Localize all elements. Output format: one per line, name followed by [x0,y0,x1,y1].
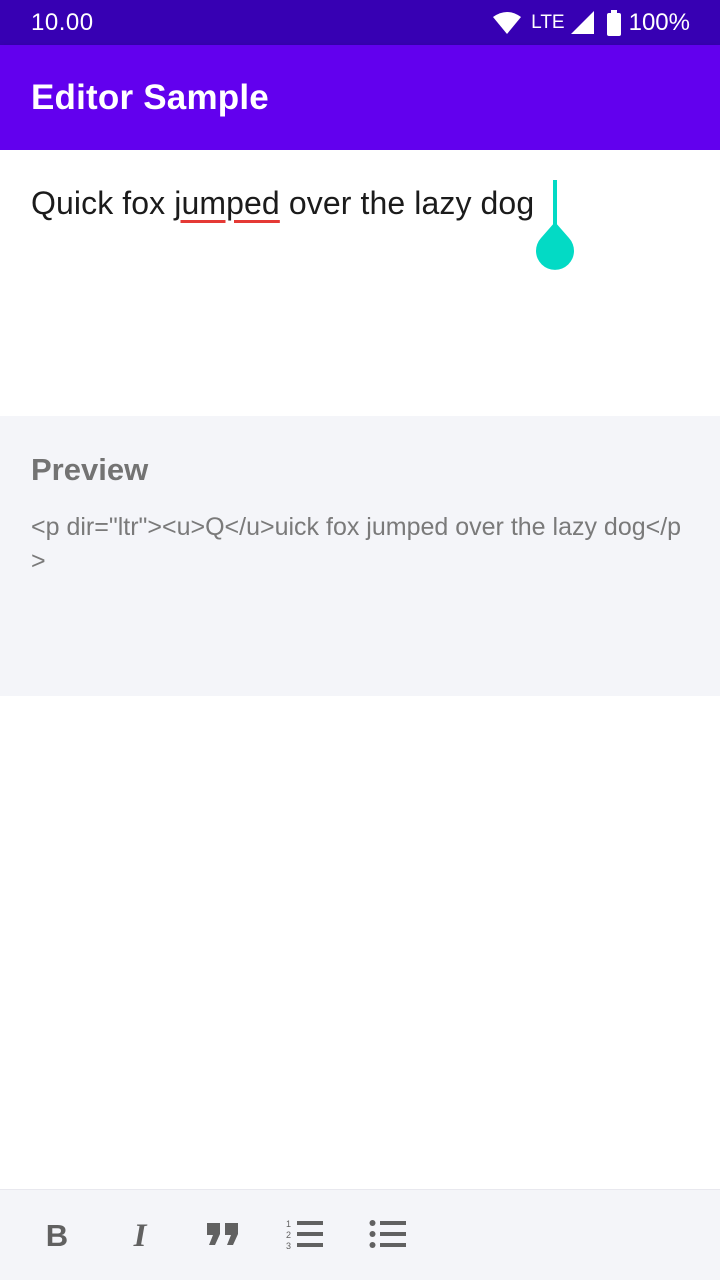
bullet-list-icon [369,1218,407,1255]
cellular-signal-icon [570,10,595,35]
formatting-toolbar: B I 1 2 3 [0,1189,720,1280]
preview-html-output: <p dir="ltr"><u>Q</u>uick fox jumped ove… [31,513,682,575]
ordered-list-icon: 1 2 3 [285,1218,325,1255]
italic-icon: I [133,1217,147,1254]
battery-icon [606,9,621,36]
bold-button[interactable]: B [29,1210,85,1262]
ordered-list-button[interactable]: 1 2 3 [277,1210,333,1262]
preview-panel: Preview <p dir="ltr"><u>Q</u>uick fox ju… [0,416,720,696]
editor-text-after: over the lazy dog [279,185,535,221]
rich-text-editor[interactable]: Quick fox jumped over the lazy dog [0,150,720,416]
app-bar: Editor Sample [0,45,720,150]
quote-icon [205,1221,241,1252]
svg-text:3: 3 [286,1241,291,1250]
wifi-icon [493,11,522,35]
battery-percent: 100% [628,8,690,36]
status-icons: LTE 100% [493,9,690,37]
svg-text:1: 1 [286,1219,291,1229]
cursor-handle[interactable] [535,222,575,272]
text-cursor [553,180,557,228]
editor-content[interactable]: Quick fox jumped over the lazy dog [31,185,534,222]
status-bar: 10.00 LTE 100% [0,0,720,45]
editor-text-before: Quick fox [31,185,175,221]
quote-button[interactable] [195,1210,251,1262]
misspelled-word[interactable]: jumped [174,185,280,221]
network-type-label: LTE [531,11,565,33]
svg-text:2: 2 [286,1230,291,1240]
italic-button[interactable]: I [112,1210,168,1262]
bullet-list-button[interactable] [360,1210,416,1262]
status-time: 10.00 [31,8,94,36]
bold-icon: B [45,1218,69,1253]
preview-title: Preview [31,452,149,487]
app-title: Editor Sample [31,77,269,117]
